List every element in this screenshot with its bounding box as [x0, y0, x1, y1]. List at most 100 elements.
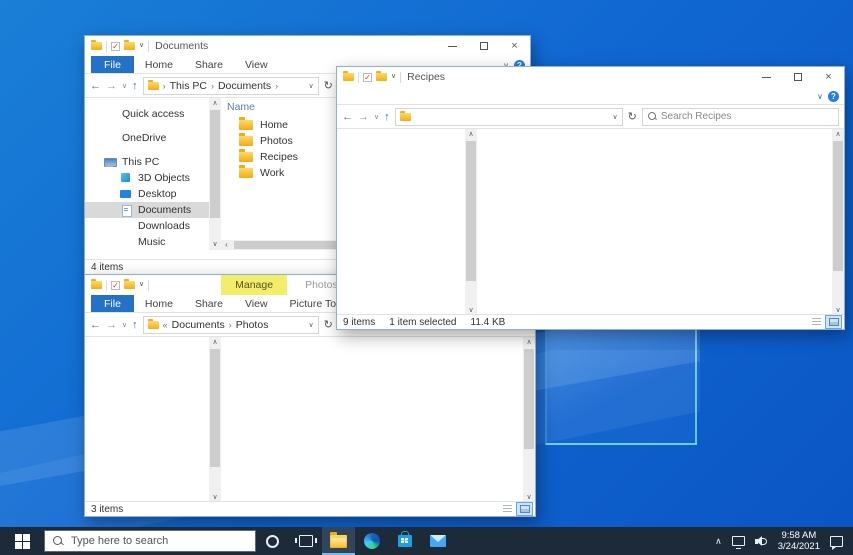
address-box[interactable]: «Documents›Photos ∨: [143, 316, 319, 334]
forward-icon[interactable]: →: [358, 111, 369, 123]
up-icon[interactable]: ↑: [132, 80, 138, 92]
refresh-icon[interactable]: ↻: [324, 79, 333, 92]
scroll-up-icon[interactable]: ∧: [209, 98, 221, 109]
back-icon[interactable]: ←: [90, 319, 101, 331]
edge-button[interactable]: [355, 527, 388, 555]
breadcrumb-item-photos[interactable]: Photos: [236, 319, 269, 331]
help-icon[interactable]: ?: [828, 91, 839, 102]
refresh-icon[interactable]: ↻: [628, 110, 637, 123]
new-folder-icon[interactable]: [124, 42, 135, 50]
sidebar-item-onedrive[interactable]: OneDrive: [85, 130, 209, 146]
address-dropdown-icon[interactable]: ∨: [309, 82, 314, 90]
scroll-down-icon[interactable]: ∨: [209, 239, 221, 250]
recent-locations-icon[interactable]: ∨: [122, 82, 127, 90]
sidebar-item-desktop[interactable]: Desktop: [85, 186, 209, 202]
sidebar-item-quick-access[interactable]: Quick access: [85, 106, 209, 122]
qat-dropdown-icon[interactable]: ∨: [139, 281, 144, 289]
details-view-button[interactable]: [809, 316, 824, 328]
content-scrollbar[interactable]: ∧ ∨: [832, 129, 844, 316]
scroll-up-icon[interactable]: ∧: [523, 337, 535, 348]
sidebar-scrollbar[interactable]: ∧ ∨: [465, 129, 477, 316]
ribbon-expand-icon[interactable]: ∨: [817, 92, 823, 101]
content-scrollbar[interactable]: ∧ ∨: [523, 337, 535, 503]
window-recipes[interactable]: ✓ ∨ Recipes × ∨ ? ← → ∨ ↑: [336, 66, 845, 330]
volume-icon[interactable]: [755, 536, 768, 547]
address-box[interactable]: ›This PC›Documents› ∨: [143, 77, 319, 95]
back-icon[interactable]: ←: [342, 111, 353, 123]
address-dropdown-icon[interactable]: ∨: [613, 113, 618, 121]
tab-file[interactable]: File: [91, 56, 134, 73]
manage-contextual-chip[interactable]: Manage: [221, 275, 287, 295]
up-icon[interactable]: ↑: [384, 111, 390, 123]
address-box[interactable]: ∨: [395, 108, 623, 126]
tab-share[interactable]: Share: [184, 56, 234, 73]
scroll-left-icon[interactable]: ‹: [221, 240, 232, 250]
network-icon[interactable]: [732, 536, 745, 546]
tab-home[interactable]: Home: [134, 295, 184, 312]
breadcrumb-item-this-pc[interactable]: This PC: [170, 80, 207, 92]
store-icon: [398, 535, 412, 547]
new-folder-icon[interactable]: [376, 73, 387, 81]
store-button[interactable]: [388, 527, 421, 555]
new-folder-icon[interactable]: [124, 281, 135, 289]
tab-home[interactable]: Home: [134, 56, 184, 73]
breadcrumb-item-documents[interactable]: Documents: [218, 80, 271, 92]
cortana-button[interactable]: [256, 527, 289, 555]
refresh-icon[interactable]: ↻: [324, 318, 333, 331]
close-button[interactable]: ×: [813, 67, 844, 87]
close-button[interactable]: ×: [499, 36, 530, 56]
sidebar-scrollbar[interactable]: ∧ ∨: [209, 98, 221, 250]
start-button[interactable]: [0, 527, 44, 555]
minimize-button[interactable]: [437, 36, 468, 56]
maximize-button[interactable]: [468, 36, 499, 56]
scroll-up-icon[interactable]: ∧: [465, 129, 477, 140]
scroll-up-icon[interactable]: ∧: [209, 337, 221, 348]
titlebar[interactable]: ✓ ∨ Documents ×: [85, 36, 530, 56]
tab-view[interactable]: View: [234, 56, 279, 73]
sidebar-item-3d-objects[interactable]: 3D Objects: [85, 170, 209, 186]
maximize-button[interactable]: [782, 67, 813, 87]
tray-expand-icon[interactable]: ∧: [715, 536, 722, 547]
breadcrumb-lead-icon: ›: [163, 81, 166, 91]
up-icon[interactable]: ↑: [132, 319, 138, 331]
sidebar-item-music[interactable]: Music: [85, 234, 209, 250]
qat-dropdown-icon[interactable]: ∨: [139, 42, 144, 50]
details-view-button[interactable]: [500, 503, 515, 515]
sidebar-item-label: Downloads: [138, 220, 190, 232]
breadcrumb-separator-icon: ›: [229, 320, 232, 330]
thumbnails-view-button[interactable]: [517, 503, 532, 515]
sidebar-item-downloads[interactable]: Downloads: [85, 218, 209, 234]
back-icon[interactable]: ←: [90, 80, 101, 92]
tab-file[interactable]: File: [91, 295, 134, 312]
taskbar-search[interactable]: [44, 530, 256, 552]
properties-icon[interactable]: ✓: [363, 73, 372, 82]
cube-icon: [119, 172, 132, 184]
recent-locations-icon[interactable]: ∨: [374, 113, 379, 121]
task-view-button[interactable]: [289, 527, 322, 555]
minimize-button[interactable]: [751, 67, 782, 87]
properties-icon[interactable]: ✓: [111, 42, 120, 51]
forward-icon[interactable]: →: [106, 319, 117, 331]
search-box[interactable]: [642, 108, 839, 126]
sidebar-scrollbar[interactable]: ∧ ∨: [209, 337, 221, 503]
forward-icon[interactable]: →: [106, 80, 117, 92]
file-explorer-button[interactable]: [322, 527, 355, 555]
titlebar[interactable]: ✓ ∨ Recipes ×: [337, 67, 844, 87]
sidebar-item-documents[interactable]: Documents: [85, 202, 209, 218]
qat-dropdown-icon[interactable]: ∨: [391, 73, 396, 81]
breadcrumb-item-documents[interactable]: Documents: [172, 319, 225, 331]
thumbnails-view-button[interactable]: [826, 316, 841, 328]
scroll-up-icon[interactable]: ∧: [832, 129, 844, 140]
tab-share[interactable]: Share: [184, 295, 234, 312]
search-input[interactable]: [661, 111, 833, 122]
taskbar-search-input[interactable]: [71, 535, 221, 547]
address-dropdown-icon[interactable]: ∨: [309, 321, 314, 329]
action-center-icon[interactable]: [830, 536, 843, 547]
recent-locations-icon[interactable]: ∨: [122, 321, 127, 329]
tab-view[interactable]: View: [234, 295, 279, 312]
mail-button[interactable]: [421, 527, 454, 555]
properties-icon[interactable]: ✓: [111, 281, 120, 290]
sidebar-item-this-pc[interactable]: This PC: [85, 154, 209, 170]
clock[interactable]: 9:58 AM 3/24/2021: [778, 530, 820, 552]
file-explorer-icon: [330, 535, 347, 548]
